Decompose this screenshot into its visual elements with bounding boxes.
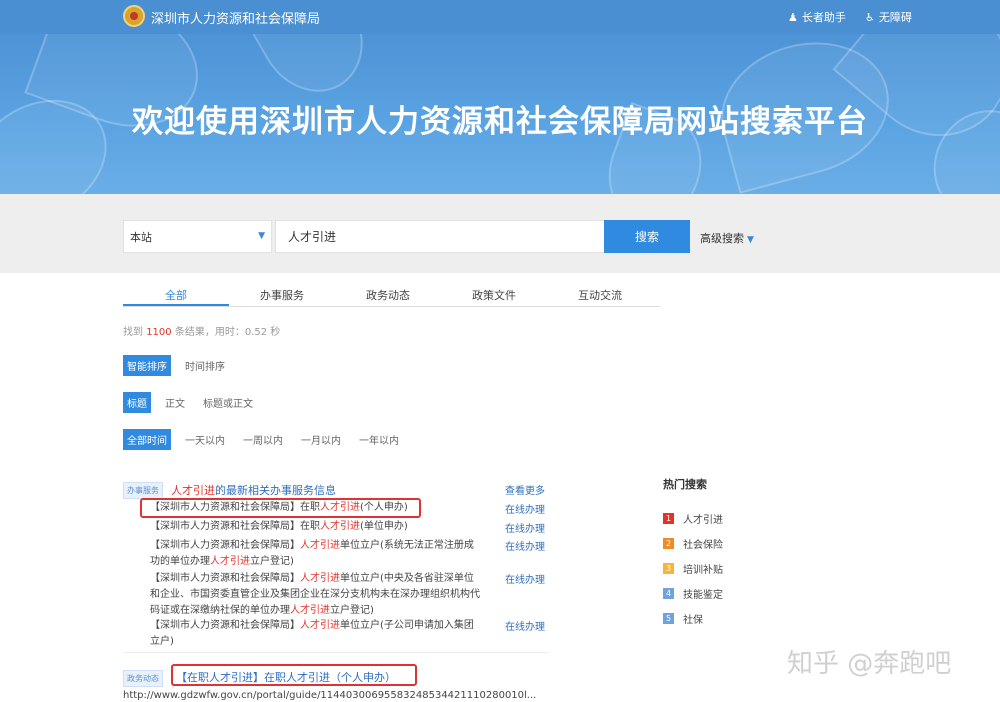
hero-headline: 欢迎使用深圳市人力资源和社会保障局网站搜索平台: [132, 104, 868, 140]
sort-time[interactable]: 时间排序: [181, 355, 229, 376]
online-apply-link[interactable]: 在线办理: [505, 501, 545, 516]
divider: [123, 652, 548, 653]
search-band: 本站 ▼ 搜索 高级搜索▼: [0, 194, 1000, 273]
chevron-down-icon: ▼: [258, 231, 265, 241]
service-item[interactable]: 【深圳市人力资源和社会保障局】人才引进单位立户(中央及各省驻深单位和企业、市国资…: [150, 571, 480, 619]
service-item[interactable]: 【深圳市人力资源和社会保障局】人才引进单位立户(子公司申请加入集团立户): [150, 618, 480, 650]
watermark: 知乎 @奔跑吧: [787, 649, 952, 679]
highlight-box: [140, 498, 421, 518]
category-tabs: 全部 办事服务 政务动态 政策文件 互动交流: [123, 280, 660, 307]
hot-search-item[interactable]: 1 人才引进: [663, 506, 863, 531]
time-year[interactable]: 一年以内: [355, 429, 403, 450]
site-title[interactable]: 深圳市人力资源和社会保障局: [151, 8, 320, 27]
service-item[interactable]: 【深圳市人力资源和社会保障局】人才引进单位立户(系统无法正常注册成功的单位办理人…: [150, 538, 480, 570]
advanced-search-toggle[interactable]: 高级搜索 ▼: [700, 230, 754, 246]
category-tag: 政务动态: [123, 670, 163, 687]
search-button[interactable]: 搜索: [604, 220, 690, 253]
time-all[interactable]: 全部时间: [123, 429, 171, 450]
hot-searches-title: 热门搜索: [663, 478, 707, 491]
category-tag: 办事服务: [123, 482, 163, 499]
tab-all[interactable]: 全部: [123, 280, 229, 306]
field-filter: 标题 正文 标题或正文: [123, 392, 257, 413]
hot-searches: 热门搜索 1 人才引进 2 社会保险 3 培训补贴 4 技能鉴定 5 社保: [663, 476, 863, 631]
hot-search-item[interactable]: 3 培训补贴: [663, 556, 863, 581]
result-url: http://www.gdzwfw.gov.cn/portal/guide/11…: [123, 690, 537, 701]
tab-policies[interactable]: 政策文件: [441, 280, 547, 306]
sort-smart[interactable]: 智能排序: [123, 355, 171, 376]
hot-search-item[interactable]: 5 社保: [663, 606, 863, 631]
group-title[interactable]: 人才引进的最新相关办事服务信息: [171, 482, 336, 498]
tab-services[interactable]: 办事服务: [229, 280, 335, 306]
accessibility-button[interactable]: ♿ 无障碍: [865, 9, 912, 25]
top-bar: 深圳市人力资源和社会保障局 ♟ 长者助手 ♿ 无障碍: [0, 0, 1000, 34]
hot-search-item[interactable]: 4 技能鉴定: [663, 581, 863, 606]
view-more-link[interactable]: 查看更多: [505, 482, 545, 497]
scope-select[interactable]: 本站 ▼: [123, 220, 272, 253]
tab-news[interactable]: 政务动态: [335, 280, 441, 306]
wheelchair-icon: ♿: [865, 10, 875, 24]
time-month[interactable]: 一月以内: [297, 429, 345, 450]
hot-search-item[interactable]: 2 社会保险: [663, 531, 863, 556]
tab-interaction[interactable]: 互动交流: [547, 280, 653, 306]
hero-banner: 欢迎使用深圳市人力资源和社会保障局网站搜索平台: [0, 34, 1000, 194]
time-day[interactable]: 一天以内: [181, 429, 229, 450]
highlight-box: [171, 664, 417, 686]
chevron-down-icon: ▼: [747, 235, 754, 245]
field-title-or-body[interactable]: 标题或正文: [199, 392, 257, 413]
online-apply-link[interactable]: 在线办理: [505, 571, 545, 586]
sort-filter: 智能排序 时间排序: [123, 355, 229, 376]
time-filter: 全部时间 一天以内 一周以内 一月以内 一年以内: [123, 429, 403, 450]
service-item[interactable]: 【深圳市人力资源和社会保障局】在职人才引进(单位申办): [150, 519, 480, 535]
elder-assistant-button[interactable]: ♟ 长者助手: [788, 9, 846, 25]
online-apply-link[interactable]: 在线办理: [505, 618, 545, 633]
time-week[interactable]: 一周以内: [239, 429, 287, 450]
online-apply-link[interactable]: 在线办理: [505, 520, 545, 535]
online-apply-link[interactable]: 在线办理: [505, 538, 545, 553]
result-stats: 找到 1100 条结果，用时：0.52 秒: [123, 327, 281, 338]
search-input[interactable]: [275, 220, 605, 253]
field-body[interactable]: 正文: [161, 392, 189, 413]
emblem-logo: [123, 5, 145, 27]
elder-icon: ♟: [788, 10, 798, 24]
field-title[interactable]: 标题: [123, 392, 151, 413]
